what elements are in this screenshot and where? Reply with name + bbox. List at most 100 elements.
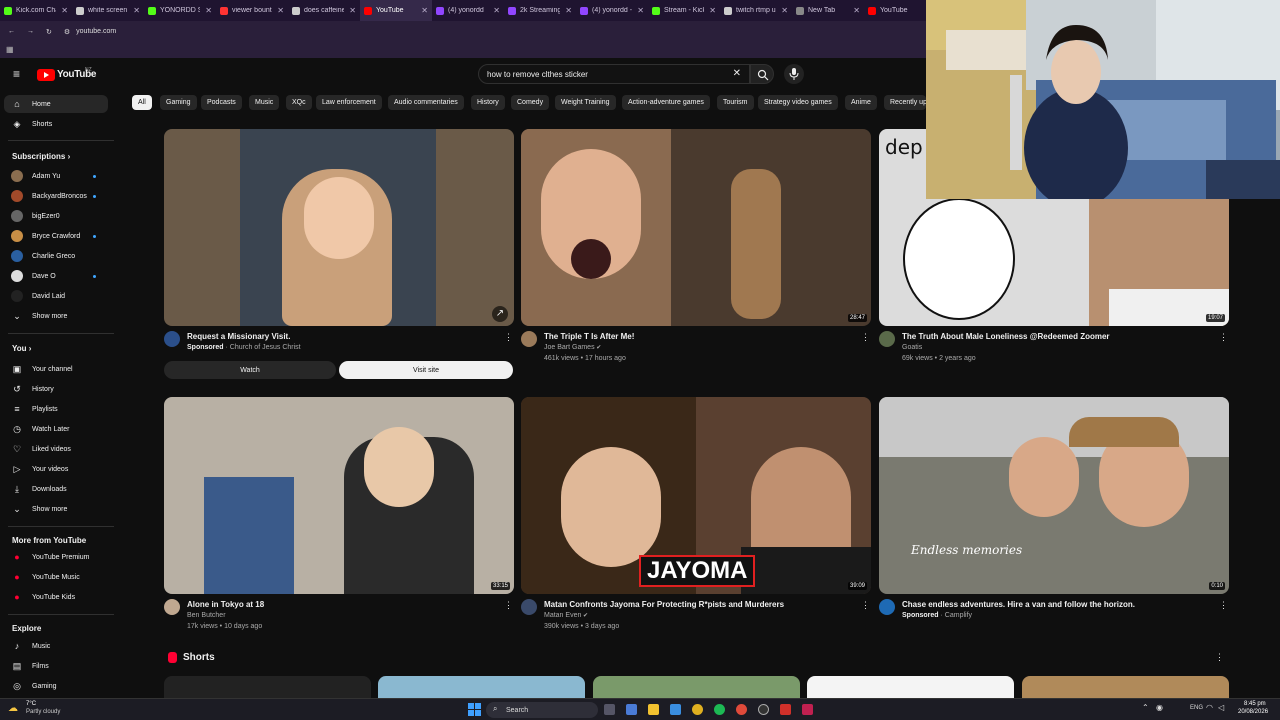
video-menu-icon[interactable]: ⋮: [861, 332, 870, 343]
channel-avatar[interactable]: [164, 599, 180, 615]
subscription-item[interactable]: Adam Yu: [4, 167, 108, 185]
apps-icon[interactable]: ▦: [6, 45, 14, 54]
chrome-icon[interactable]: [692, 704, 703, 715]
channel-avatar[interactable]: [521, 599, 537, 615]
video-channel[interactable]: Sponsored · Camplify: [902, 612, 972, 619]
video-channel[interactable]: Sponsored · Church of Jesus Christ: [187, 344, 301, 351]
browser-tab[interactable]: YONORDD St ✕: [144, 0, 216, 21]
browser-tab[interactable]: white screen ✕: [72, 0, 144, 21]
sidebar-item-explore[interactable]: ◎ Gaming: [4, 677, 108, 695]
browser-tab[interactable]: Stream - Kick ✕: [648, 0, 720, 21]
visit-site-button[interactable]: Visit site: [339, 361, 513, 379]
filter-chip[interactable]: Gaming: [160, 95, 197, 110]
taskbar-search[interactable]: ⌕ Search: [486, 702, 598, 718]
video-title[interactable]: The Triple T Is After Me!: [544, 332, 634, 341]
filter-chip[interactable]: Law enforcement: [316, 95, 382, 110]
start-button[interactable]: [468, 703, 481, 716]
watch-button[interactable]: Watch: [164, 361, 336, 379]
filter-chip[interactable]: History: [471, 95, 505, 110]
filter-chip[interactable]: Action-adventure games: [622, 95, 710, 110]
subscription-item[interactable]: bigEzer0: [4, 207, 108, 225]
you-header[interactable]: You ›: [12, 344, 31, 353]
video-thumbnail[interactable]: Endless memories 0:10: [879, 397, 1229, 594]
site-info-icon[interactable]: ⚙: [64, 28, 70, 36]
tab-close-icon[interactable]: ✕: [565, 6, 572, 15]
tray-chevron-icon[interactable]: ⌃: [1142, 703, 1149, 712]
search-input[interactable]: how to remove clthes sticker ✕: [478, 64, 750, 84]
video-title[interactable]: Chase endless adventures. Hire a van and…: [902, 600, 1135, 609]
filter-chip[interactable]: Comedy: [511, 95, 550, 110]
sidebar-item-more[interactable]: ● YouTube Premium: [4, 548, 108, 566]
tab-close-icon[interactable]: ✕: [493, 6, 500, 15]
sidebar-item-more[interactable]: ● YouTube Music: [4, 568, 108, 586]
clear-search-icon[interactable]: ✕: [733, 68, 741, 79]
video-menu-icon[interactable]: ⋮: [1219, 332, 1228, 343]
channel-avatar[interactable]: [879, 599, 895, 615]
clock-time[interactable]: 8:45 pm: [1244, 701, 1266, 707]
copilot-icon[interactable]: [626, 704, 637, 715]
external-link-icon[interactable]: ↗: [492, 306, 508, 322]
channel-avatar[interactable]: [164, 331, 180, 347]
volume-icon[interactable]: ◁: [1218, 703, 1224, 712]
sidebar-item-home[interactable]: ⌂ Home: [4, 95, 108, 113]
tab-close-icon[interactable]: ✕: [205, 6, 212, 15]
youtube-logo-icon[interactable]: [37, 69, 55, 81]
video-thumbnail[interactable]: JAYOMA 39:09: [521, 397, 871, 594]
video-channel[interactable]: Joe Bart Games ✔: [544, 344, 601, 351]
video-channel[interactable]: Ben Butcher: [187, 612, 226, 619]
file-explorer-icon[interactable]: [648, 704, 659, 715]
browser-tab[interactable]: twitch rtmp u ✕: [720, 0, 792, 21]
tab-close-icon[interactable]: ✕: [853, 6, 860, 15]
lang-indicator[interactable]: ENG: [1190, 705, 1203, 711]
app-red3-icon[interactable]: [802, 704, 813, 715]
filter-chip[interactable]: Tourism: [717, 95, 754, 110]
video-channel[interactable]: Goatis: [902, 344, 922, 351]
more-from-youtube-header[interactable]: More from YouTube: [12, 536, 86, 545]
tab-close-icon[interactable]: ✕: [421, 6, 428, 15]
video-menu-icon[interactable]: ⋮: [504, 600, 513, 611]
clock-date[interactable]: 20/08/2026: [1238, 709, 1268, 715]
filter-chip[interactable]: XQc: [286, 95, 312, 110]
filter-chip[interactable]: Music: [249, 95, 280, 110]
browser-tab[interactable]: 2k Streaming ✕: [504, 0, 576, 21]
short-thumbnail[interactable]: [378, 676, 585, 698]
subscription-item[interactable]: David Laid: [4, 287, 108, 305]
reload-icon[interactable]: ↻: [46, 28, 52, 36]
tab-close-icon[interactable]: ✕: [277, 6, 284, 15]
short-thumbnail[interactable]: [593, 676, 800, 698]
wifi-icon[interactable]: ◠: [1206, 703, 1213, 712]
filter-chip[interactable]: Anime: [845, 95, 877, 110]
filter-chip[interactable]: All: [132, 95, 152, 110]
tab-close-icon[interactable]: ✕: [61, 6, 68, 15]
show-more-you[interactable]: ⌄ Show more: [4, 500, 108, 518]
sidebar-item-explore[interactable]: ▤ Films: [4, 657, 108, 675]
sidebar-item-you[interactable]: ↺ History: [4, 380, 108, 398]
tray-app-icon[interactable]: ◉: [1156, 703, 1163, 712]
channel-avatar[interactable]: [521, 331, 537, 347]
search-button[interactable]: [750, 64, 774, 84]
app-red-icon[interactable]: [736, 704, 747, 715]
app-red2-icon[interactable]: [780, 704, 791, 715]
sidebar-item-explore[interactable]: ♪ Music: [4, 637, 108, 655]
filter-chip[interactable]: Recently up: [884, 95, 926, 110]
show-more-subscriptions[interactable]: ⌄ Show more: [4, 307, 108, 325]
video-title[interactable]: Alone in Tokyo at 18: [187, 600, 264, 609]
subscription-item[interactable]: BackyardBroncos: [4, 187, 108, 205]
obs-icon[interactable]: [758, 704, 769, 715]
store-icon[interactable]: [670, 704, 681, 715]
voice-search-button[interactable]: [784, 64, 804, 84]
video-menu-icon[interactable]: ⋮: [861, 600, 870, 611]
url-text[interactable]: youtube.com: [76, 28, 116, 35]
weather-temp[interactable]: 7°C: [26, 701, 36, 707]
browser-tab[interactable]: Kick.com Cha ✕: [0, 0, 72, 21]
short-thumbnail[interactable]: [1022, 676, 1229, 698]
sidebar-item-you[interactable]: ▷ Your videos: [4, 460, 108, 478]
video-menu-icon[interactable]: ⋮: [1219, 600, 1228, 611]
filter-chip[interactable]: Strategy video games: [758, 95, 838, 110]
sidebar-item-you[interactable]: ≡ Playlists: [4, 400, 108, 418]
short-thumbnail[interactable]: [164, 676, 371, 698]
sidebar-item-you[interactable]: ♡ Liked videos: [4, 440, 108, 458]
browser-tab[interactable]: YouTube ✕: [360, 0, 432, 21]
sidebar-item-shorts[interactable]: ◈ Shorts: [4, 115, 108, 133]
video-title[interactable]: Request a Missionary Visit.: [187, 332, 290, 341]
